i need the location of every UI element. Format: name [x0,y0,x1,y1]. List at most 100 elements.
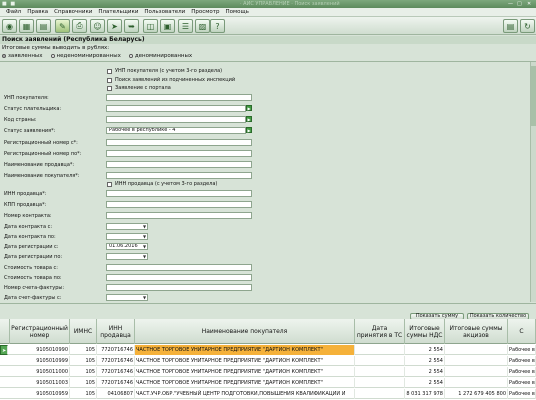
grid-header: Регистрационный номер ИМНС ИНН продавца … [0,319,536,344]
checkbox-unp[interactable]: УНП покупателя (с учетом 3-го раздела) [107,68,222,74]
menu-edit[interactable]: Правка [27,9,48,15]
cell-date [355,389,405,399]
print-icon[interactable]: ⎙ [72,19,87,33]
monitor-icon[interactable]: ▤ [503,19,518,33]
table-row[interactable]: 9105010959 105 04106807 ЧАСТ.УЧР.ОБР."УЧЕБН… [0,389,536,399]
inn-input[interactable] [106,190,252,197]
export-icon[interactable]: ➤ [107,19,122,33]
menu-users[interactable]: Пользователи [144,9,185,15]
table-row[interactable]: 9105011000 105 7720716746 ЧАСТНОЕ ТОРГОВОЕ … [0,367,536,377]
lock-icon[interactable]: ▣ [160,19,175,33]
payer-status-input[interactable] [106,105,246,112]
radio-nondenominated[interactable]: неденоминированных [50,53,121,59]
col-status[interactable]: С [508,319,536,344]
chevron-down-icon[interactable]: ▼ [142,244,147,249]
form-scrollbar[interactable] [530,62,536,302]
reg-date-to-input[interactable]: ▼ [106,253,148,260]
import-icon[interactable]: ➥ [124,19,139,33]
country-input[interactable] [106,116,246,123]
cell-regnum: 9105010999 [10,356,70,366]
filter-icon[interactable]: ◫ [143,19,158,33]
maximize-icon[interactable]: □ [517,1,522,7]
menu-payers[interactable]: Плательщики [98,9,138,15]
cost-from-input[interactable] [106,264,252,271]
status-input[interactable]: Рабочее в республике - 4 [106,127,246,134]
close-icon[interactable]: ✕ [527,1,531,7]
col-inn[interactable]: ИНН продавца [97,319,135,344]
cell-inn: 04106807 [97,389,135,399]
toolbar: ◉ ▦ ▤ ✎ ⎙ ☺ ➤ ➥ ◫ ▣ ☰ ▨ ? ▤ ↻ [0,17,536,35]
seller-input[interactable] [106,161,252,168]
payer-status-picker-icon[interactable]: ▶ [246,105,252,111]
currency-radio-group: заявленных неденоминированных деноминиро… [2,53,192,59]
table-row[interactable]: 9105011003 105 7720716746 ЧАСТНОЕ ТОРГОВОЕ … [0,378,536,388]
divider [0,61,536,62]
contract-date-from-input[interactable]: ▼ [106,223,148,230]
menu-references[interactable]: Справочники [54,9,92,15]
kpp-input[interactable] [106,201,252,208]
menu-bar: Файл Правка Справочники Плательщики Поль… [0,8,536,17]
label-reg-from: Регистрационный номер с*: [4,140,78,146]
cell-nds: 8 031 317 978 [406,389,445,399]
label-invoice-date-from: Дата счет-фактуры с: [4,295,62,301]
cell-status: Рабочее в [509,378,536,388]
document-icon[interactable]: ▤ [36,19,51,33]
table-row[interactable]: ➤ 9105010990 105 7720716746 ЧАСТНОЕ ТОРГОВОЕ… [0,345,536,355]
chevron-down-icon[interactable]: ▼ [142,234,147,239]
col-nds[interactable]: Итоговые суммы НДС [405,319,445,344]
label-inn: ИНН продавца*: [4,191,47,197]
reg-to-input[interactable] [106,150,252,157]
cell-status: Рабочее в [509,389,536,399]
refresh-icon[interactable]: ↻ [520,19,535,33]
list-icon[interactable]: ☰ [178,19,193,33]
cell-regnum: 9105010959 [10,389,70,399]
chevron-down-icon[interactable]: ▼ [142,295,147,300]
cell-name: ЧАСТНОЕ ТОРГОВОЕ УНИТАРНОЕ ПРЕДПРИЯТИЕ "… [135,378,355,388]
minimize-icon[interactable]: — [508,1,513,7]
menu-help[interactable]: Помощь [225,9,248,15]
door-exit-icon[interactable]: ▨ [195,19,210,33]
label-contract-date-from: Дата контракта с: [4,224,53,230]
checkbox-subordinate[interactable]: Поиск заявлений из подчиненных инспекций [107,77,235,83]
chevron-down-icon[interactable]: ▼ [142,254,147,259]
radio-denominated[interactable]: деноминированных [128,53,192,59]
buyer-input[interactable] [106,172,252,179]
reg-date-from-input[interactable]: 01.06.2016 ▼ [106,243,148,250]
current-row-arrow-icon: ➤ [0,345,8,355]
chevron-down-icon[interactable]: ▼ [142,224,147,229]
cell-imns: 105 [70,345,97,355]
open-folder-icon[interactable]: ▦ [19,19,34,33]
cost-to-input[interactable] [106,274,252,281]
radio-declared[interactable]: заявленных [2,53,43,59]
label-reg-date-from: Дата регистрации с: [4,244,59,250]
scrollbar-thumb[interactable] [531,66,536,126]
help-icon[interactable]: ? [210,19,225,33]
col-akciz[interactable]: Итоговые суммы акцизов [445,319,508,344]
col-imns[interactable]: ИМНС [70,319,97,344]
menu-view[interactable]: Просмотр [191,9,219,15]
cell-status: Рабочее в [509,345,536,355]
checkbox-portal[interactable]: Заявление с портала [107,85,171,91]
contract-date-to-input[interactable]: ▼ [106,233,148,240]
cell-name: ЧАСТ.УЧР.ОБР."УЧЕБНЫЙ ЦЕНТР ПОДГОТОВКИ,П… [135,389,355,399]
edit-icon[interactable]: ✎ [55,19,70,33]
users-icon[interactable]: ☺ [90,19,105,33]
cell-date [355,356,405,366]
totals-label: Итоговые суммы выводить в рублях: [2,45,110,51]
country-picker-icon[interactable]: ▶ [246,116,252,122]
col-buyer-name[interactable]: Наименование покупателя [135,319,355,344]
invoice-input[interactable] [106,284,252,291]
table-row[interactable]: 9105010999 105 7720716746 ЧАСТНОЕ ТОРГОВОЕ … [0,356,536,366]
checkbox-inn[interactable]: ИНН продавца (с учетом 3-го раздела) [107,181,217,187]
unp-input[interactable] [106,94,252,101]
invoice-date-from-input[interactable]: ▼ [106,294,148,301]
col-regnum[interactable]: Регистрационный номер [10,319,70,344]
menu-file[interactable]: Файл [6,9,21,15]
reg-from-input[interactable] [106,139,252,146]
col-date[interactable]: Дата принятия в ТС [355,319,405,344]
status-picker-icon[interactable]: ▶ [246,127,252,133]
contract-input[interactable] [106,212,252,219]
binoculars-icon[interactable]: ◉ [2,19,17,33]
cell-inn: 7720716746 [97,356,135,366]
cell-date [355,378,405,388]
